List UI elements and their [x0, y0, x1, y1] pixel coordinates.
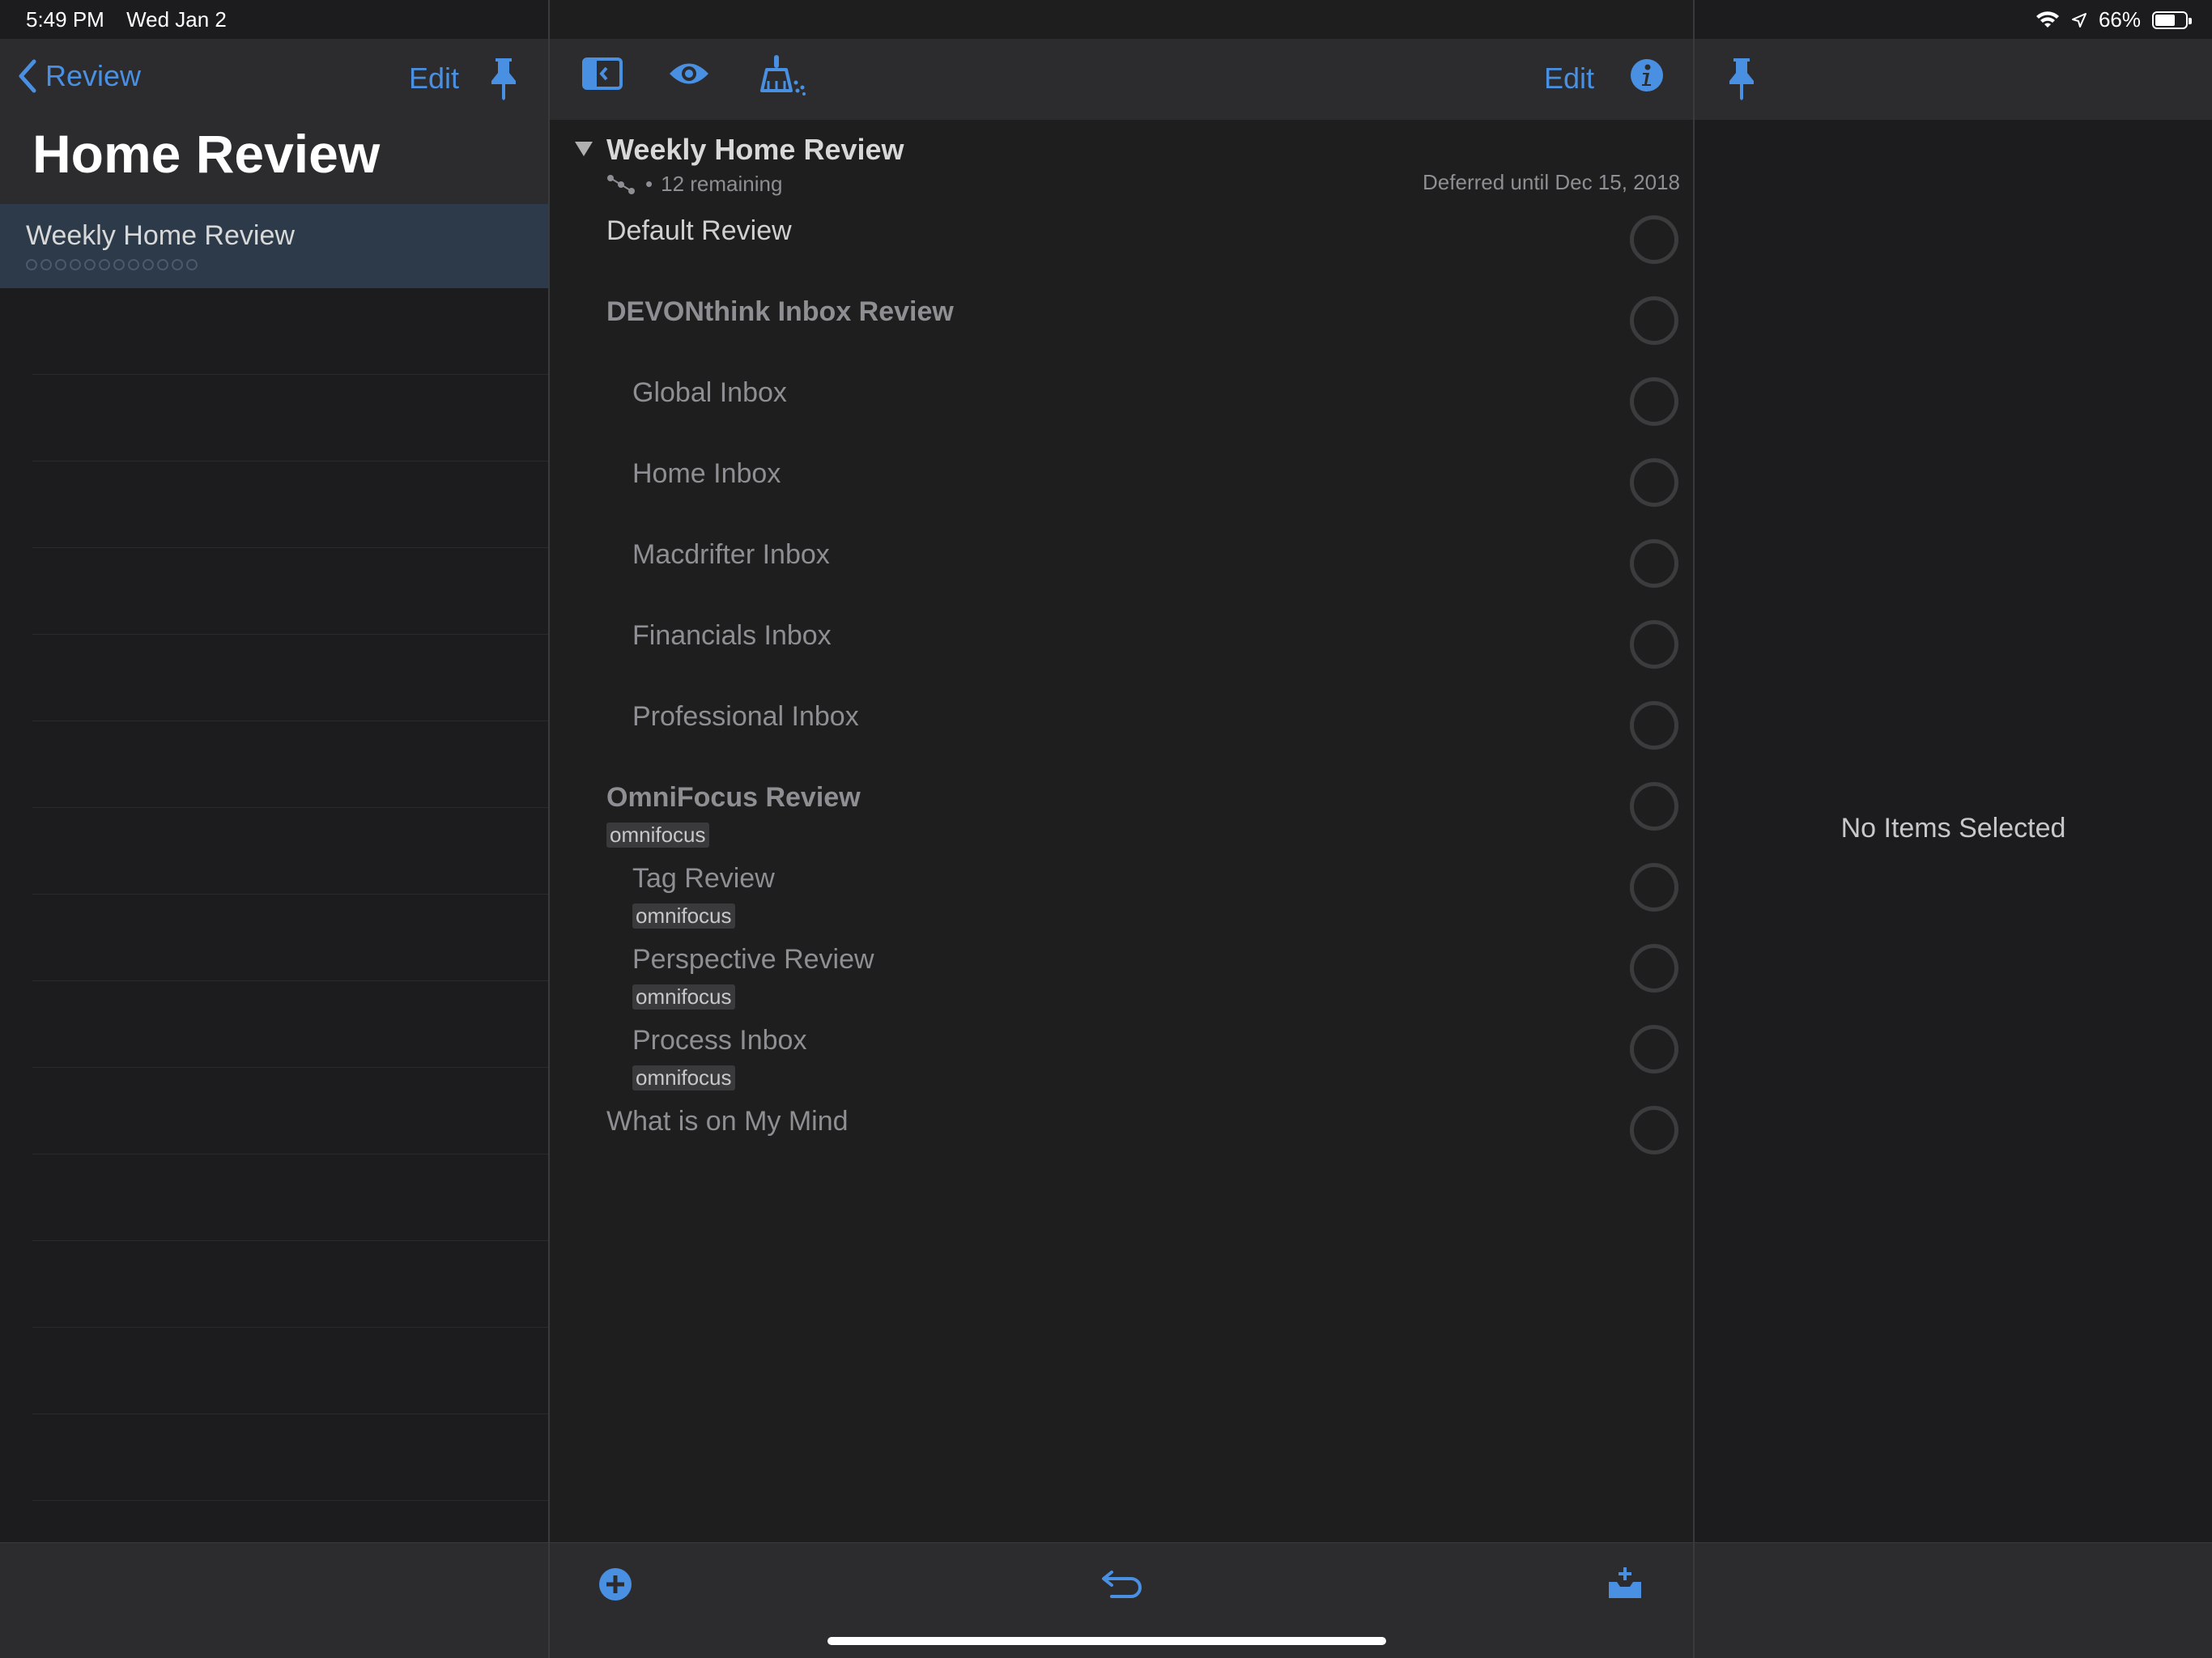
group-meta: • 12 remaining — [606, 172, 782, 197]
pin-icon[interactable] — [487, 55, 520, 100]
battery-icon — [2152, 11, 2192, 29]
empty-row — [32, 1068, 548, 1154]
empty-row — [32, 288, 548, 375]
deferred-date: Deferred until Dec 15, 2018 — [1423, 170, 1680, 194]
list-item[interactable]: Process Inbox omnifocus — [550, 1010, 1693, 1091]
eye-icon[interactable] — [668, 60, 710, 87]
status-circle-checkbox[interactable] — [1630, 215, 1678, 264]
item-label: Macdrifter Inbox — [632, 539, 830, 570]
tag-badge[interactable]: omnifocus — [632, 984, 735, 1010]
inbox-add-icon[interactable] — [1606, 1566, 1644, 1601]
sequential-project-icon — [607, 174, 635, 194]
item-label: Tag Review — [632, 863, 775, 894]
empty-row — [32, 895, 548, 981]
item-label: DEVONthink Inbox Review — [606, 296, 954, 327]
chevron-left-icon — [19, 59, 36, 93]
empty-row — [32, 1241, 548, 1328]
undo-icon[interactable] — [1100, 1567, 1146, 1601]
item-label: Financials Inbox — [632, 620, 832, 651]
disclosure-triangle-icon[interactable] — [574, 141, 593, 157]
empty-row — [32, 375, 548, 461]
empty-row — [32, 1154, 548, 1241]
empty-row — [32, 461, 548, 548]
sidebar-list: Weekly Home Review — [0, 204, 548, 1541]
status-circle-checkbox[interactable] — [1630, 377, 1678, 426]
remaining-count: 12 remaining — [661, 172, 783, 196]
status-time: 5:49 PM — [26, 7, 104, 32]
review-progress-dots — [26, 259, 198, 270]
empty-row — [32, 548, 548, 635]
info-icon[interactable] — [1630, 58, 1664, 92]
battery-percent: 66% — [2098, 7, 2141, 32]
empty-row — [32, 635, 548, 721]
broom-clean-up-icon[interactable] — [757, 53, 809, 96]
sidebar-item-label: Weekly Home Review — [26, 220, 295, 251]
sidebar-toggle-icon[interactable] — [582, 57, 623, 91]
back-button-label: Review — [45, 59, 142, 92]
sidebar-navbar: Review Edit Home Review — [0, 39, 548, 204]
item-label: Process Inbox — [632, 1025, 807, 1056]
list-item[interactable]: Tag Review omnifocus — [550, 848, 1693, 929]
home-indicator[interactable] — [827, 1637, 1386, 1645]
status-circle-checkbox[interactable] — [1630, 1025, 1678, 1073]
list-item[interactable]: Global Inbox — [550, 363, 1693, 444]
list-item[interactable]: Professional Inbox — [550, 687, 1693, 767]
pin-icon[interactable] — [1725, 55, 1758, 100]
inspector-navbar — [1695, 39, 2212, 120]
status-circle-checkbox[interactable] — [1630, 296, 1678, 345]
item-label: Professional Inbox — [632, 701, 859, 732]
status-circle-checkbox[interactable] — [1630, 863, 1678, 912]
status-circle-checkbox[interactable] — [1630, 782, 1678, 831]
status-circle-checkbox[interactable] — [1630, 1106, 1678, 1154]
group-title: Weekly Home Review — [606, 133, 904, 166]
empty-row — [32, 981, 548, 1068]
status-circle-checkbox[interactable] — [1630, 701, 1678, 750]
group-header[interactable]: Weekly Home Review • 12 remaining Deferr… — [550, 120, 1693, 201]
status-bar: 5:49 PM Wed Jan 2 66% — [0, 0, 2212, 39]
list-item[interactable]: Financials Inbox — [550, 606, 1693, 687]
tag-badge[interactable]: omnifocus — [606, 823, 709, 848]
list-item[interactable]: DEVONthink Inbox Review — [550, 282, 1693, 363]
empty-row — [32, 721, 548, 808]
list-item[interactable]: OmniFocus Review omnifocus — [550, 767, 1693, 848]
list-item[interactable]: What is on My Mind — [550, 1091, 1693, 1172]
wifi-icon — [2035, 11, 2059, 28]
list-item[interactable]: Macdrifter Inbox — [550, 525, 1693, 606]
tag-badge[interactable]: omnifocus — [632, 903, 735, 929]
item-label: What is on My Mind — [606, 1106, 849, 1137]
empty-row — [32, 1328, 548, 1414]
bullet-separator: • — [645, 172, 653, 196]
empty-row — [32, 1414, 548, 1501]
inspector-pane: No Items Selected — [1695, 0, 2212, 1658]
status-circle-checkbox[interactable] — [1630, 458, 1678, 507]
status-circle-checkbox[interactable] — [1630, 944, 1678, 993]
back-button[interactable]: Review — [18, 58, 141, 94]
list-item[interactable]: Home Inbox — [550, 444, 1693, 525]
item-label: Global Inbox — [632, 377, 787, 408]
sidebar-bottom-toolbar — [0, 1542, 548, 1658]
sidebar-pane: Review Edit Home Review Weekly Home Revi… — [0, 0, 550, 1658]
empty-state-message: No Items Selected — [1840, 813, 2066, 844]
empty-row — [32, 808, 548, 895]
outline-pane: Edit Weekly Home Review • 12 remaining D… — [550, 0, 1695, 1658]
add-item-icon[interactable] — [598, 1567, 632, 1601]
status-circle-checkbox[interactable] — [1630, 539, 1678, 588]
status-date: Wed Jan 2 — [126, 7, 227, 32]
item-label: OmniFocus Review — [606, 782, 861, 813]
list-item[interactable]: Perspective Review omnifocus — [550, 929, 1693, 1010]
list-item[interactable]: Default Review — [550, 201, 1693, 282]
sidebar-item-weekly-home-review[interactable]: Weekly Home Review — [0, 204, 548, 288]
item-label: Perspective Review — [632, 944, 874, 975]
item-label: Default Review — [606, 215, 792, 246]
tag-badge[interactable]: omnifocus — [632, 1065, 735, 1090]
inspector-bottom-toolbar — [1695, 1542, 2212, 1658]
outline-list: Weekly Home Review • 12 remaining Deferr… — [550, 120, 1693, 1172]
item-label: Home Inbox — [632, 458, 781, 489]
outline-navbar: Edit — [550, 39, 1693, 120]
status-circle-checkbox[interactable] — [1630, 620, 1678, 669]
outline-edit-button[interactable]: Edit — [1544, 62, 1594, 96]
sidebar-edit-button[interactable]: Edit — [409, 62, 459, 96]
location-arrow-icon — [2071, 12, 2087, 28]
page-title: Home Review — [32, 124, 381, 184]
